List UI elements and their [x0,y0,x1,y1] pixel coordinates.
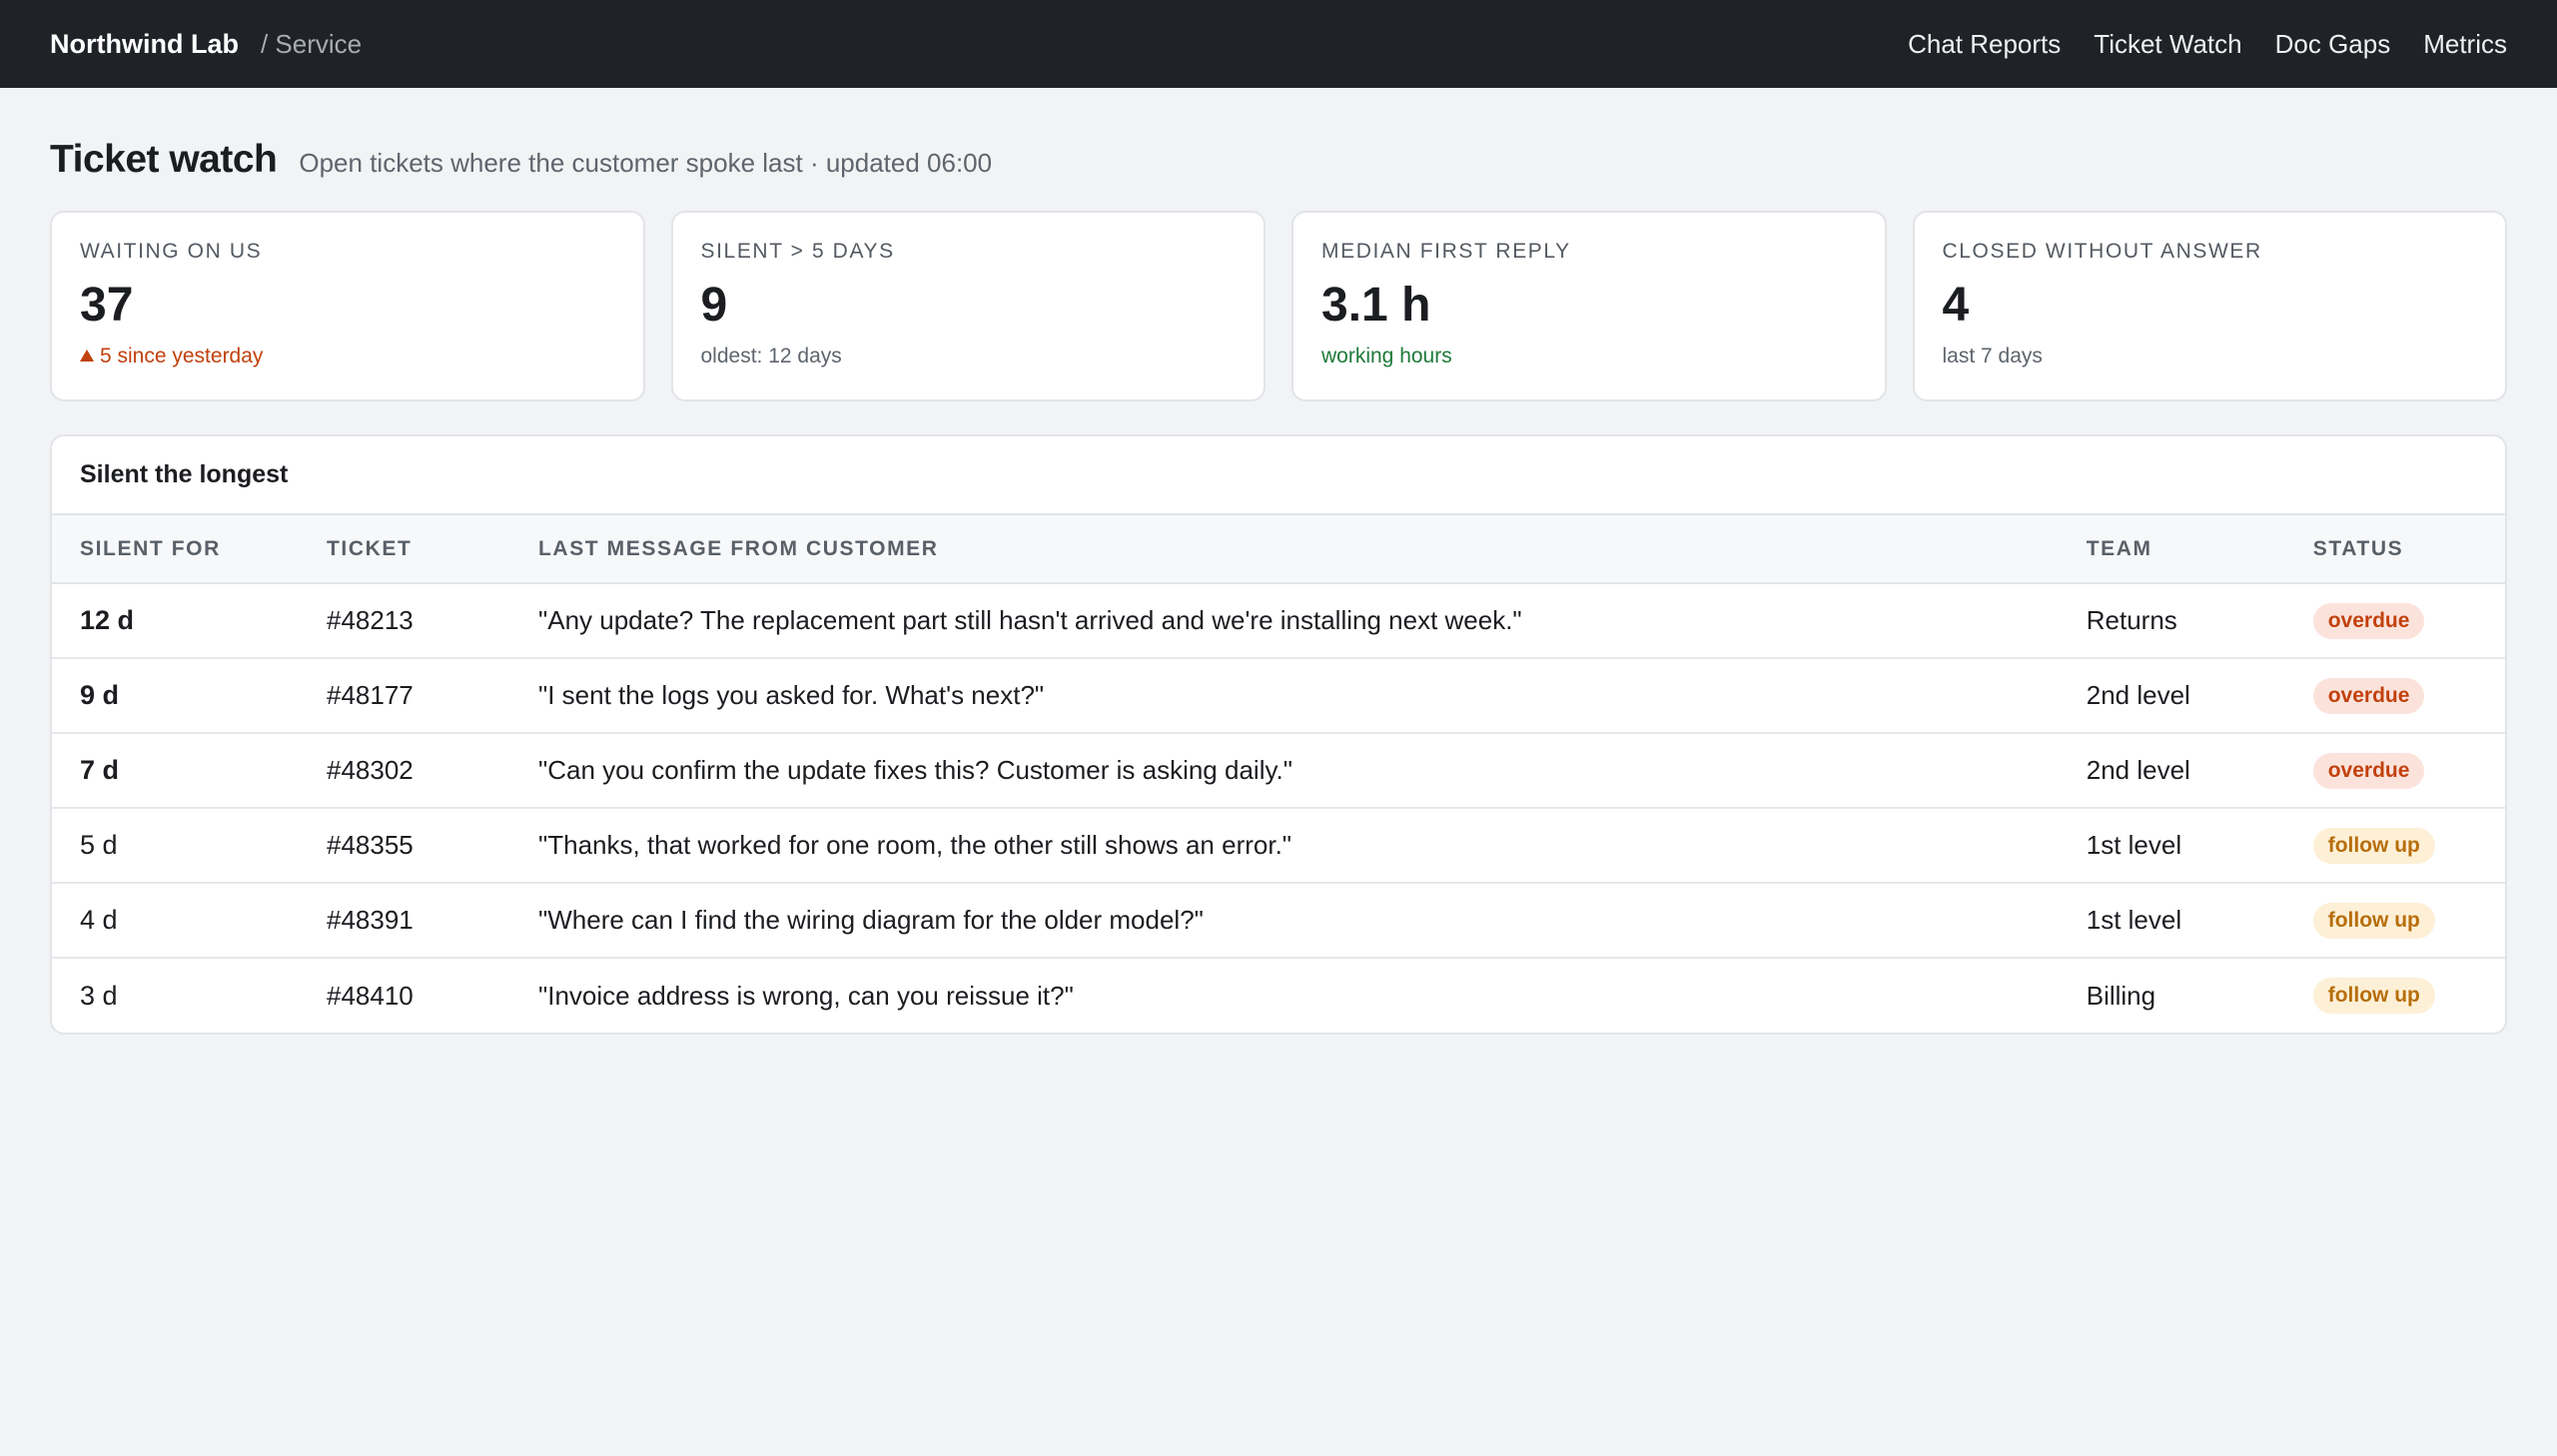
tickets-table: Silent for Ticket Last message from cust… [52,515,2505,1033]
trend-up-icon [80,350,94,362]
panel-title: Silent the longest [52,436,2505,515]
status-badge: overdue [2312,752,2425,789]
nav-metrics[interactable]: Metrics [2423,29,2507,60]
cell-silent-for: 5 d [52,807,327,883]
cell-ticket[interactable]: #48177 [327,657,538,733]
cell-status: overdue [2312,583,2505,658]
kpi-note-text: 5 since yesterday [100,345,264,367]
cell-team: 2nd level [2086,657,2313,733]
status-badge: overdue [2312,677,2425,714]
col-last-message[interactable]: Last message from customer [538,515,2087,584]
cell-status: follow up [2312,957,2505,1033]
top-bar: Northwind Lab / Service Chat Reports Tic… [0,0,2557,88]
cell-team: 1st level [2086,807,2313,883]
table-row[interactable]: 9 d #48177 "I sent the logs you asked fo… [52,657,2505,733]
status-badge: follow up [2312,902,2435,939]
page-subtitle: Open tickets where the customer spoke la… [299,148,993,178]
page-content: Ticket watch Open tickets where the cust… [0,138,2557,1035]
status-badge: follow up [2312,978,2435,1014]
nav-chat-reports[interactable]: Chat Reports [1908,29,2061,60]
cell-message: "Any update? The replacement part still … [538,605,1522,635]
table-row[interactable]: 7 d #48302 "Can you confirm the update f… [52,732,2505,808]
cell-silent-for: 7 d [52,732,327,808]
cell-ticket[interactable]: #48213 [327,583,538,658]
kpi-card-silent: Silent > 5 days 9 oldest: 12 days [670,211,1266,401]
nav-doc-gaps[interactable]: Doc Gaps [2275,29,2391,60]
cell-message: "I sent the logs you asked for. What's n… [538,657,2087,733]
kpi-label: Waiting on us [80,240,263,263]
cell-message: "Thanks, that worked for one room, the o… [538,807,2087,883]
cell-message: "Can you confirm the update fixes this? … [538,732,2087,808]
col-silent-for[interactable]: Silent for [52,515,327,584]
cell-silent-for: 3 d [52,957,327,1033]
brand-name[interactable]: Northwind Lab [50,29,239,60]
kpi-note: 5 since yesterday [80,345,615,368]
kpi-card-waiting: Waiting on us 37 5 since yesterday [50,211,645,401]
main-nav: Chat Reports Ticket Watch Doc Gaps Metri… [1908,29,2507,60]
kpi-card-closed: Closed without answer 4 last 7 days [1912,211,2507,401]
breadcrumb: / Service [260,28,363,59]
table-row[interactable]: 3 d #48410 "Invoice address is wrong, ca… [52,957,2505,1033]
cell-status: overdue [2312,657,2505,733]
kpi-cards: Waiting on us 37 5 since yesterday Silen… [50,211,2507,401]
kpi-card-median-reply: Median first reply 3.1 h working hours [1291,211,1887,401]
kpi-note: last 7 days [1942,345,2043,367]
cell-status: overdue [2312,732,2505,808]
kpi-label: Median first reply [1321,240,1571,263]
title-row: Ticket watch Open tickets where the cust… [50,138,2507,182]
cell-status: follow up [2312,882,2505,958]
cell-ticket[interactable]: #48302 [327,732,538,808]
cell-ticket[interactable]: #48410 [327,957,538,1033]
table-row[interactable]: 4 d #48391 "Where can I find the wiring … [52,882,2505,958]
table-header: Silent for Ticket Last message from cust… [52,515,2505,584]
cell-ticket[interactable]: #48355 [327,807,538,883]
cell-message: "Where can I find the wiring diagram for… [538,882,2087,958]
cell-team: 2nd level [2086,732,2313,808]
cell-team: 1st level [2086,882,2313,958]
cell-status: follow up [2312,807,2505,883]
cell-ticket[interactable]: #48391 [327,882,538,958]
col-status[interactable]: Status [2312,515,2505,584]
cell-team: Billing [2086,957,2313,1033]
col-ticket[interactable]: Ticket [327,515,538,584]
status-badge: follow up [2312,827,2435,864]
kpi-note: working hours [1321,345,1452,367]
kpi-note: oldest: 12 days [700,345,842,367]
cell-silent-for: 4 d [52,882,327,958]
silent-tickets-panel: Silent the longest Silent for Ticket Las… [50,434,2507,1035]
cell-message: "Invoice address is wrong, can you reiss… [538,957,2087,1033]
kpi-value: 4 [1942,279,1970,332]
status-badge: overdue [2312,602,2425,639]
cell-silent-for: 9 d [52,657,327,733]
table-row[interactable]: 12 d #48213 "Any update? The replacement… [52,583,2505,658]
col-team[interactable]: Team [2086,515,2313,584]
cell-silent-for: 12 d [80,605,135,635]
cell-team: Returns [2086,605,2177,635]
brand-group: Northwind Lab / Service [50,29,362,60]
kpi-value: 9 [700,279,728,332]
kpi-value: 37 [80,279,134,332]
kpi-value: 3.1 h [1321,279,1431,332]
kpi-label: Silent > 5 days [700,240,895,263]
table-row[interactable]: 5 d #48355 "Thanks, that worked for one … [52,807,2505,883]
kpi-label: Closed without answer [1942,240,2262,263]
page-title: Ticket watch [50,138,278,181]
nav-ticket-watch[interactable]: Ticket Watch [2094,29,2241,60]
